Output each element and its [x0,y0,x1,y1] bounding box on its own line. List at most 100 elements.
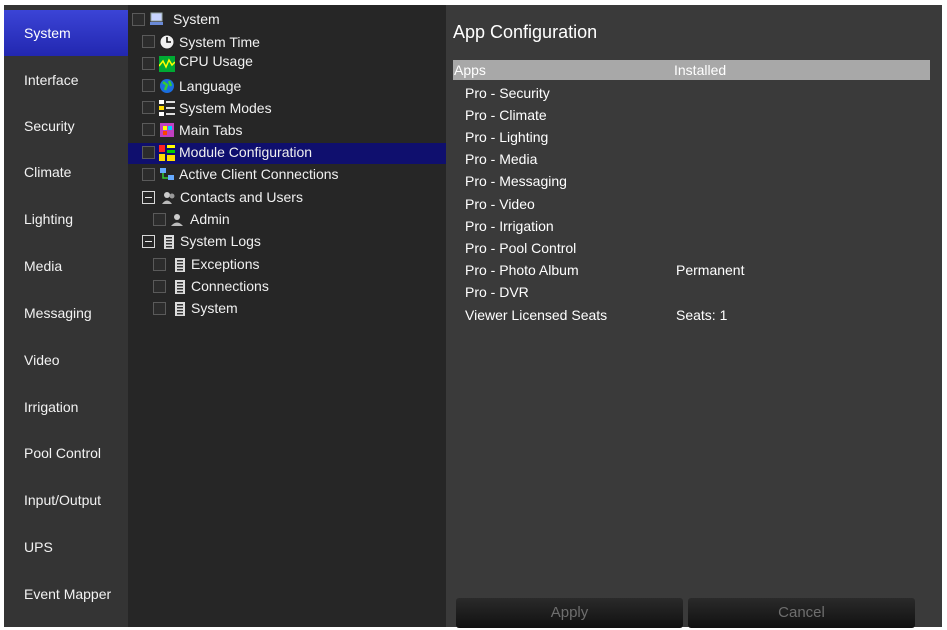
nav-item-security[interactable]: Security [4,103,128,149]
log-icon [172,301,188,317]
checkbox[interactable] [142,101,155,114]
tree-label: Active Client Connections [179,166,339,182]
log-icon [172,257,188,273]
modes-icon [159,100,175,116]
tree-item-system-time[interactable]: System Time [142,32,442,53]
app-name: Pro - Messaging [465,173,567,189]
collapse-toggle-icon[interactable] [142,235,155,248]
checkbox[interactable] [153,302,166,315]
tree-label: System Logs [180,233,261,249]
checkbox[interactable] [142,123,155,136]
tree-label: System [173,11,220,27]
tree-label: Admin [190,211,230,227]
nav-item-system[interactable]: System [4,10,128,56]
table-row[interactable]: Pro - Climate [465,107,925,129]
tree-label: System Modes [179,100,272,116]
config-tree: System System Time CPU Usage Language Sy… [128,5,446,627]
app-configuration-panel: App Configuration Apps Installed Pro - S… [446,5,942,628]
checkbox[interactable] [153,258,166,271]
app-name: Pro - Climate [465,107,547,123]
checkbox[interactable] [142,168,155,181]
nav-item-event-mapper[interactable]: Event Mapper [4,571,128,617]
tree-label: Connections [191,278,269,294]
table-row[interactable]: Pro - DVR [465,284,925,306]
app-name: Pro - Video [465,196,535,212]
cpu-graph-icon [158,56,176,72]
tree-item-system[interactable]: System [132,10,432,31]
module-icon [159,145,175,161]
computer-icon [149,11,165,27]
app-name: Pro - Security [465,85,550,101]
log-icon [161,234,177,250]
network-icon [159,167,175,183]
page-title: App Configuration [453,22,598,42]
tree-item-admin[interactable]: Admin [153,210,433,231]
apply-button[interactable]: Apply [456,598,683,628]
table-row[interactable]: Pro - Messaging [465,173,925,195]
table-row[interactable]: Pro - Photo Album Permanent [465,262,925,284]
tree-item-main-tabs[interactable]: Main Tabs [142,120,442,141]
tree-label: Module Configuration [179,144,313,160]
column-header-installed: Installed [674,62,727,78]
table-row[interactable]: Pro - Pool Control [465,240,925,262]
checkbox[interactable] [142,79,155,92]
app-name: Pro - Lighting [465,129,549,145]
tree-item-module-configuration[interactable]: Module Configuration [128,143,446,164]
table-row[interactable]: Pro - Lighting [465,129,925,151]
nav-item-video[interactable]: Video [4,337,128,383]
tree-item-system-modes[interactable]: System Modes [142,98,442,119]
tree-label: Language [179,78,242,94]
table-row[interactable]: Pro - Irrigation [465,218,925,240]
app-name: Pro - Irrigation [465,218,554,234]
nav-item-messaging[interactable]: Messaging [4,290,128,336]
checkbox[interactable] [132,13,145,26]
collapse-toggle-icon[interactable] [142,191,155,204]
clock-icon [159,34,175,50]
app-name: Pro - Media [465,151,538,167]
app-name: Viewer Licensed Seats [465,307,608,323]
tree-label: Contacts and Users [180,189,303,205]
column-header-apps: Apps [454,62,486,78]
app-name: Pro - Photo Album [465,262,579,278]
checkbox[interactable] [153,280,166,293]
globe-icon [159,78,175,94]
nav-item-media[interactable]: Media [4,243,128,289]
tree-item-system-log[interactable]: System [153,299,433,320]
nav-item-interface[interactable]: Interface [4,57,128,103]
checkbox[interactable] [153,213,166,226]
tree-label: CPU Usage [179,53,253,69]
table-row[interactable]: Pro - Video [465,196,925,218]
tree-label: System Time [179,34,260,50]
sidebar-nav: System Interface Security Climate Lighti… [4,5,128,627]
nav-item-irrigation[interactable]: Irrigation [4,384,128,430]
nav-item-input-output[interactable]: Input/Output [4,477,128,523]
nav-item-lighting[interactable]: Lighting [4,196,128,242]
tree-item-contacts-and-users[interactable]: Contacts and Users [142,188,442,209]
nav-item-ups[interactable]: UPS [4,524,128,570]
table-header: Apps Installed [453,60,930,80]
tree-item-connections[interactable]: Connections [153,277,433,298]
app-name: Pro - DVR [465,284,529,300]
users-icon [161,190,177,206]
tree-item-exceptions[interactable]: Exceptions [153,255,433,276]
app-installed: Permanent [676,262,745,278]
checkbox[interactable] [142,57,155,70]
app-installed: Seats: 1 [676,307,728,323]
tree-label: Main Tabs [179,122,243,138]
checkbox[interactable] [142,146,155,159]
table-row[interactable]: Viewer Licensed Seats Seats: 1 [465,307,925,329]
table-row[interactable]: Pro - Media [465,151,925,173]
tree-item-active-client-connections[interactable]: Active Client Connections [142,165,442,186]
checkbox[interactable] [142,35,155,48]
tree-item-cpu-usage[interactable]: CPU Usage [142,53,442,75]
tree-item-system-logs[interactable]: System Logs [142,232,442,253]
user-icon [170,212,186,228]
tree-item-language[interactable]: Language [142,76,442,97]
cancel-button[interactable]: Cancel [688,598,915,628]
nav-item-climate[interactable]: Climate [4,149,128,195]
nav-item-pool-control[interactable]: Pool Control [4,430,128,476]
log-icon [172,279,188,295]
tabs-icon [159,122,175,138]
table-row[interactable]: Pro - Security [465,85,925,107]
app-name: Pro - Pool Control [465,240,577,256]
